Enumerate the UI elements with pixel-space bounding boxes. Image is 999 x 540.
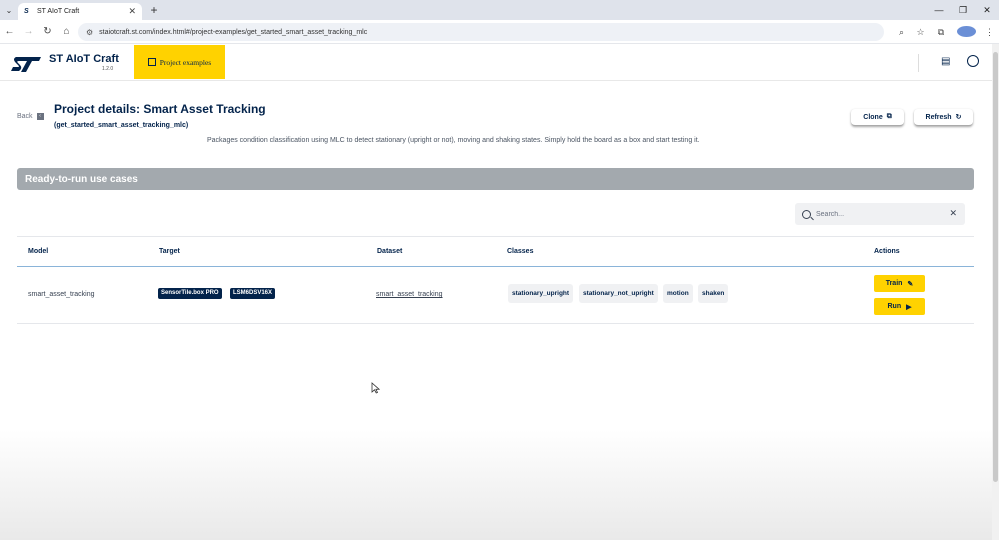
clone-button[interactable]: Clone ⧉ [851,109,904,126]
project-id: (get_started_smart_asset_tracking_mlc) [54,122,189,129]
reload-icon[interactable]: ↻ [38,20,57,44]
minimize-icon[interactable]: — [927,0,951,20]
back-label: Back [17,113,33,120]
page-title: Project details: Smart Asset Tracking [54,102,266,116]
app-version: 1.2.0 [102,66,114,72]
play-icon: ▶ [906,303,912,311]
clone-label: Clone [863,113,883,121]
toolbar-actions: ⌕ ☆ ⧉ ⋮ [892,20,999,44]
class-chip: shaken [698,284,729,303]
tab-search-icon[interactable]: ⌄ [0,0,18,20]
class-chip: motion [663,284,693,303]
bookmark-star-icon[interactable]: ☆ [911,27,930,38]
scrollbar-thumb[interactable] [993,52,998,482]
new-tab-button[interactable]: + [146,3,162,17]
back-button[interactable]: Back ‹ [17,113,44,120]
app-header: ST AIoT Craft 1.2.0 Project examples ▤ [0,44,992,81]
column-header-classes[interactable]: Classes [507,248,533,255]
extensions-icon[interactable]: ⧉ [930,27,952,38]
page-scrollbar[interactable] [992,44,999,540]
chevron-left-icon: ‹ [36,113,44,120]
profile-icon[interactable] [952,25,980,39]
forward-arrow-icon[interactable]: → [19,20,38,44]
close-icon[interactable]: ✕ [128,6,136,17]
run-button[interactable]: Run ▶ [874,298,925,315]
browser-tab[interactable]: S ST AIoT Craft ✕ [18,3,142,20]
class-chip: stationary_not_upright [579,284,658,303]
model-name: smart_asset_tracking [28,291,95,298]
back-arrow-icon[interactable]: ← [0,20,19,44]
column-header-target[interactable]: Target [159,248,180,255]
st-logo-icon[interactable] [10,55,42,73]
target-badge: SensorTile.box PRO [158,288,222,299]
project-description: Packages condition classification using … [207,137,700,144]
run-label: Run [887,303,902,310]
header-divider [918,54,919,72]
list-icon [147,58,156,66]
train-button[interactable]: Train ✎ [874,275,925,292]
column-header-dataset[interactable]: Dataset [377,248,402,255]
account-icon[interactable] [967,55,979,67]
column-header-model[interactable]: Model [28,248,48,255]
browser-toolbar: ← → ↻ ⌂ ⚙ staiotcraft.st.com/index.html#… [0,20,999,44]
home-icon[interactable]: ⌂ [57,20,76,44]
refresh-button[interactable]: Refresh ↻ [914,109,973,126]
dataset-link[interactable]: smart_asset_tracking [376,291,443,298]
address-bar[interactable]: ⚙ staiotcraft.st.com/index.html#/project… [78,23,884,41]
document-icon[interactable]: ▤ [941,56,950,67]
target-badge: LSM6DSV16X [230,288,276,299]
refresh-icon: ↻ [955,114,962,121]
window-close-icon[interactable]: ✕ [975,0,999,20]
refresh-label: Refresh [925,113,952,121]
copy-icon: ⧉ [886,113,892,120]
browser-tab-bar: ⌄ S ST AIoT Craft ✕ + — ❐ ✕ [0,0,999,20]
table-header: Model Target Dataset Classes Actions [17,236,974,267]
project-examples-label: Project examples [159,57,212,67]
zoom-icon[interactable]: ⌕ [892,27,911,38]
site-info-icon[interactable]: ⚙ [86,28,93,37]
section-header: Ready-to-run use cases [17,168,974,190]
mouse-cursor-icon [371,382,380,394]
url-text: staiotcraft.st.com/index.html#/project-e… [99,28,368,36]
class-chip: stationary_upright [508,284,574,303]
st-logo-icon: S [24,7,29,15]
section-title: Ready-to-run use cases [25,173,138,185]
search-box: ✕ [795,203,965,225]
column-header-actions: Actions [874,248,900,255]
app-name: ST AIoT Craft [49,53,119,65]
search-icon [802,209,811,219]
pencil-icon: ✎ [907,280,914,288]
clear-search-icon[interactable]: ✕ [949,208,957,219]
restore-icon[interactable]: ❐ [951,0,975,20]
search-input[interactable] [816,210,936,218]
browser-menu-icon[interactable]: ⋮ [980,27,999,38]
train-label: Train [885,280,903,287]
project-examples-button[interactable]: Project examples [134,45,225,79]
page-bottom-background [0,430,992,540]
tab-title: ST AIoT Craft [37,8,80,15]
table-row: smart_asset_tracking SensorTile.box PRO … [17,268,974,324]
window-controls: — ❐ ✕ [927,0,999,20]
